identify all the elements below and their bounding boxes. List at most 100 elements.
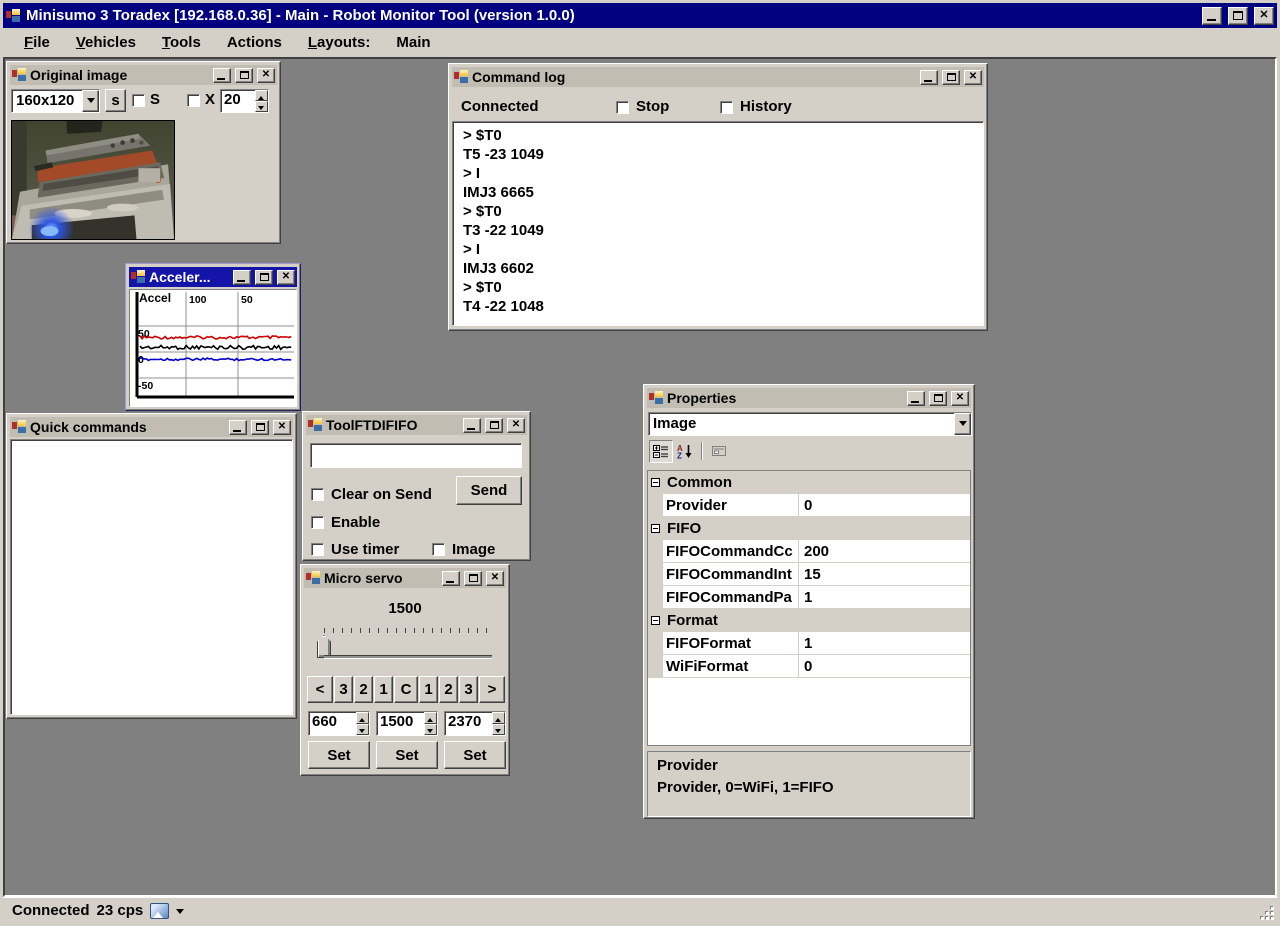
servo-step-button-9[interactable]: > [479,676,505,703]
properties-titlebar[interactable]: Properties ✕ [647,388,971,408]
close-button[interactable]: ✕ [951,391,969,406]
micro-servo-titlebar[interactable]: Micro servo ✕ [304,568,506,588]
minimize-button[interactable] [907,391,925,406]
maximize-button[interactable] [464,571,482,586]
close-button[interactable]: ✕ [486,571,504,586]
servo-step-button-4[interactable]: 1 [374,676,393,703]
minimize-button[interactable] [442,571,460,586]
menu-item-file[interactable]: File [13,30,61,55]
spin-up-icon[interactable] [255,90,268,101]
servo-step-button-5[interactable]: C [394,676,418,703]
property-value[interactable]: 0 [799,655,970,678]
maximize-button[interactable] [255,270,273,285]
quick-commands-titlebar[interactable]: Quick commands ✕ [10,417,293,437]
toolftdififo-titlebar[interactable]: ToolFTDIFIFO ✕ [306,415,527,435]
slider-track[interactable] [324,655,492,659]
minimize-button[interactable] [1202,7,1222,25]
maximize-button[interactable] [251,420,269,435]
servo-set-button-3[interactable]: Set [444,741,506,769]
servo-position-spinner-1[interactable]: 660 [308,711,370,736]
menu-item-tools[interactable]: Tools [151,30,212,55]
s-checkbox[interactable] [132,94,145,107]
menu-item-actions[interactable]: Actions [216,30,293,55]
stop-checkbox[interactable] [616,101,629,114]
property-row[interactable]: FIFOCommandCc200 [648,540,970,563]
use-timer-checkbox[interactable] [311,543,324,556]
property-row[interactable]: FIFOFormat1 [648,632,970,655]
spin-up-icon[interactable] [424,712,437,724]
x-checkbox[interactable] [187,94,200,107]
resolution-select[interactable]: 160x120 [11,89,100,113]
servo-position-spinner-2[interactable]: 1500 [376,711,438,736]
categorized-button[interactable] [649,440,673,463]
menu-item-main[interactable]: Main [385,30,441,55]
snapshot-button[interactable]: s [105,89,126,112]
command-log-textbox[interactable]: > $T0T5 -23 1049> IIMJ3 6665> $T0T3 -22 … [452,121,984,326]
menu-item-layouts[interactable]: Layouts: [297,30,382,55]
close-button[interactable]: ✕ [964,70,982,85]
collapse-icon[interactable] [651,478,660,487]
close-button[interactable]: ✕ [1254,7,1274,25]
property-value[interactable]: 15 [799,563,970,586]
close-button[interactable]: ✕ [273,420,291,435]
maximize-button[interactable] [1228,7,1248,25]
clear-on-send-checkbox[interactable] [311,488,324,501]
property-value[interactable]: 0 [799,494,970,517]
property-row[interactable]: FIFOCommandInt15 [648,563,970,586]
main-titlebar[interactable]: Minisumo 3 Toradex [192.168.0.36] - Main… [3,3,1277,28]
minimize-button[interactable] [213,68,231,83]
property-category-row[interactable]: Format [648,609,970,632]
property-category-row[interactable]: FIFO [648,517,970,540]
property-value[interactable]: 1 [799,586,970,609]
history-checkbox[interactable] [720,101,733,114]
collapse-icon[interactable] [651,616,660,625]
servo-set-button-1[interactable]: Set [308,741,370,769]
minimize-button[interactable] [233,270,251,285]
spin-down-icon[interactable] [255,101,268,112]
chevron-down-icon[interactable] [82,90,99,112]
status-dropdown-arrow-icon[interactable] [176,909,184,918]
close-button[interactable]: ✕ [507,418,525,433]
property-row[interactable]: FIFOCommandPa1 [648,586,970,609]
servo-step-button-1[interactable]: < [307,676,333,703]
servo-position-spinner-3[interactable]: 2370 [444,711,506,736]
collapse-icon[interactable] [651,524,660,533]
servo-step-button-8[interactable]: 3 [459,676,478,703]
send-button[interactable]: Send [456,476,522,505]
close-button[interactable]: ✕ [277,270,295,285]
property-row[interactable]: Provider0 [648,494,970,517]
servo-step-button-6[interactable]: 1 [419,676,438,703]
alphabetical-sort-button[interactable]: A Z [673,440,697,463]
spin-down-icon[interactable] [424,724,437,736]
servo-step-button-2[interactable]: 3 [334,676,353,703]
spin-up-icon[interactable] [492,712,505,724]
property-value[interactable]: 200 [799,540,970,563]
close-button[interactable]: ✕ [257,68,275,83]
minimize-button[interactable] [920,70,938,85]
enable-checkbox[interactable] [311,516,324,529]
command-log-titlebar[interactable]: Command log ✕ [452,67,984,87]
resize-grip[interactable] [1260,906,1275,921]
property-pages-button[interactable] [707,440,731,463]
minimize-button[interactable] [463,418,481,433]
servo-step-button-7[interactable]: 2 [439,676,458,703]
interval-spinner[interactable]: 20 [220,89,269,113]
accelerometer-titlebar[interactable]: Acceler... ✕ [129,267,297,287]
servo-set-button-2[interactable]: Set [376,741,438,769]
maximize-button[interactable] [485,418,503,433]
minimize-button[interactable] [229,420,247,435]
maximize-button[interactable] [929,391,947,406]
property-category-row[interactable]: Common [648,471,970,494]
maximize-button[interactable] [235,68,253,83]
original-image-titlebar[interactable]: Original image ✕ [10,65,277,85]
property-row[interactable]: WiFiFormat0 [648,655,970,678]
object-select[interactable]: Image [648,412,972,436]
spin-up-icon[interactable] [356,712,369,724]
image-checkbox[interactable] [432,543,445,556]
spin-down-icon[interactable] [492,724,505,736]
chevron-down-icon[interactable] [954,413,971,435]
menu-item-vehicles[interactable]: Vehicles [65,30,147,55]
spin-down-icon[interactable] [356,724,369,736]
command-input[interactable] [310,443,522,468]
servo-step-button-3[interactable]: 2 [354,676,373,703]
